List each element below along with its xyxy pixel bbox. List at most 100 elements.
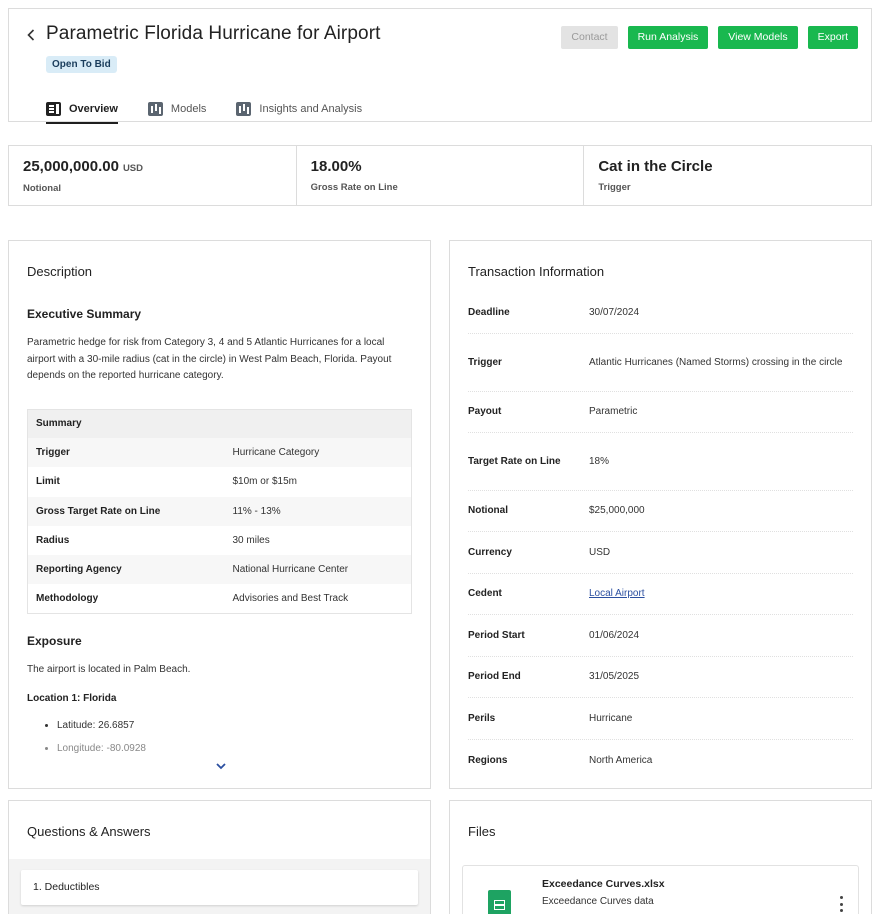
metric-label: Trigger	[598, 182, 631, 193]
table-value: $10m or $15m	[232, 476, 297, 488]
kebab-menu-icon[interactable]	[838, 896, 844, 912]
location-list: Latitude: 26.6857 Longitude: -80.0928	[27, 720, 412, 754]
table-row: Trigger Atlantic Hurricanes (Named Storm…	[468, 334, 853, 392]
executive-summary-title: Executive Summary	[27, 307, 142, 321]
tx-key: Regions	[468, 754, 508, 766]
qa-item[interactable]: 1. Deductibles	[21, 870, 418, 905]
tx-key: Period End	[468, 671, 521, 682]
table-key: Trigger	[27, 438, 225, 468]
table-row: Methodology Advisories and Best Track	[28, 584, 412, 613]
tx-value: Parametric	[589, 406, 638, 417]
table-value: Hurricane Category	[224, 438, 412, 468]
contact-button[interactable]: Contact	[561, 26, 618, 49]
location-title: Location 1: Florida	[27, 693, 117, 705]
table-row: Payout Parametric	[468, 392, 853, 433]
table-key: Methodology	[36, 593, 99, 605]
tx-key: Deadline	[468, 307, 510, 318]
tab-models[interactable]: Models	[147, 96, 207, 122]
spreadsheet-icon	[488, 890, 511, 914]
table-key: Gross Target Rate on Line	[27, 496, 225, 526]
page-header: Parametric Florida Hurricane for Airport…	[8, 8, 872, 124]
table-row: Cedent Local Airport	[468, 574, 853, 615]
tab-label: Models	[170, 103, 207, 115]
metric-trigger: Cat in the Circle Trigger	[584, 146, 871, 205]
tab-bar: Overview Models Insights and Analysis	[46, 96, 362, 124]
file-card[interactable]: Exceedance Curves.xlsx Exceedance Curves…	[462, 865, 859, 914]
metric-label: Notional	[23, 183, 61, 194]
section-title: Description	[27, 264, 93, 279]
tx-value: 30/07/2024	[589, 307, 640, 318]
tx-value: USD	[589, 546, 611, 558]
overview-icon	[46, 102, 61, 116]
tx-value: 01/06/2024	[589, 629, 640, 641]
table-row: Deadline 30/07/2024	[468, 293, 853, 334]
summary-header: Summary	[27, 409, 412, 438]
table-row: Regions North America	[468, 740, 853, 781]
table-value: 30 miles	[232, 535, 270, 547]
exposure-title: Exposure	[27, 634, 82, 649]
table-value: 11% - 13%	[224, 496, 412, 526]
tx-value: $25,000,000	[589, 505, 645, 516]
table-row: Currency USD	[468, 532, 853, 574]
tab-overview[interactable]: Overview	[46, 96, 118, 124]
tab-label: Insights and Analysis	[259, 103, 363, 115]
tab-label: Overview	[69, 103, 118, 115]
tx-value: Atlantic Hurricanes (Named Storms) cross…	[589, 356, 843, 368]
tx-value: 31/05/2025	[589, 671, 640, 682]
tx-key: Target Rate on Line	[468, 455, 561, 467]
header-actions: Contact Run Analysis View Models Export	[561, 26, 858, 49]
qa-panel: Questions & Answers 1. Deductibles	[8, 800, 431, 914]
table-key: Reporting Agency	[27, 555, 225, 585]
table-row: Trigger Hurricane Category	[27, 438, 412, 468]
tx-key: Cedent	[468, 588, 502, 599]
cedent-link[interactable]: Local Airport	[589, 588, 645, 599]
table-key: Radius	[36, 535, 70, 547]
tx-key: Payout	[468, 406, 502, 417]
chevron-down-icon[interactable]	[214, 759, 228, 773]
metric-gross-rate: 18.00% Gross Rate on Line	[297, 146, 585, 205]
view-models-button[interactable]: View Models	[718, 26, 798, 49]
table-row: Period Start 01/06/2024	[468, 615, 853, 657]
metric-unit: USD	[122, 163, 143, 174]
list-item: Latitude: 26.6857	[57, 720, 412, 731]
tx-value: North America	[589, 754, 653, 766]
table-row: Period End 31/05/2025	[468, 657, 853, 698]
file-name[interactable]: Exceedance Curves.xlsx	[542, 878, 665, 890]
description-panel[interactable]: Description Executive Summary Parametric…	[8, 240, 431, 789]
table-row: Notional $25,000,000	[468, 491, 853, 532]
table-row: Limit $10m or $15m	[28, 467, 412, 496]
summary-table: Summary Trigger Hurricane Category Limit $…	[27, 408, 412, 615]
back-button[interactable]	[23, 25, 39, 45]
tx-value: Hurricane	[589, 712, 633, 724]
table-key: Limit	[36, 476, 60, 488]
metric-notional: 25,000,000.00 USD Notional	[9, 146, 297, 205]
chevron-left-icon	[27, 29, 35, 41]
run-analysis-button[interactable]: Run Analysis	[627, 26, 709, 49]
table-row: Radius 30 miles	[28, 526, 412, 555]
tab-insights-and-analysis[interactable]: Insights and Analysis	[236, 96, 362, 122]
metrics-bar: 25,000,000.00 USD Notional 18.00% Gross R…	[8, 145, 872, 206]
metric-label: Gross Rate on Line	[310, 182, 398, 193]
tx-key: Perils	[468, 712, 496, 724]
export-button[interactable]: Export	[807, 26, 858, 49]
list-item: Longitude: -80.0928	[57, 743, 412, 754]
tx-key: Period Start	[468, 629, 525, 641]
insights-icon	[236, 102, 252, 116]
table-value: Advisories and Best Track	[232, 593, 349, 605]
section-title: Transaction Information	[468, 264, 605, 279]
file-description: Exceedance Curves data	[542, 896, 654, 907]
table-row: Reporting Agency National Hurricane Cente…	[27, 555, 412, 585]
tx-key: Currency	[468, 546, 512, 558]
table-value: National Hurricane Center	[224, 555, 412, 585]
qa-list: 1. Deductibles	[9, 859, 430, 914]
executive-summary-text: Parametric hedge for risk from Category …	[27, 337, 392, 381]
page-title: Parametric Florida Hurricane for Airport	[46, 23, 381, 44]
metric-value: 18.00%	[310, 158, 362, 175]
files-panel: Files Exceedance Curves.xlsx Exceedance …	[449, 800, 872, 914]
tx-key: Trigger	[468, 356, 502, 368]
status-badge: Open To Bid	[46, 56, 117, 73]
metric-value: 25,000,000.00	[23, 158, 119, 175]
section-title: Questions & Answers	[27, 824, 151, 839]
tx-key: Notional	[468, 505, 508, 516]
section-title: Files	[468, 824, 496, 839]
